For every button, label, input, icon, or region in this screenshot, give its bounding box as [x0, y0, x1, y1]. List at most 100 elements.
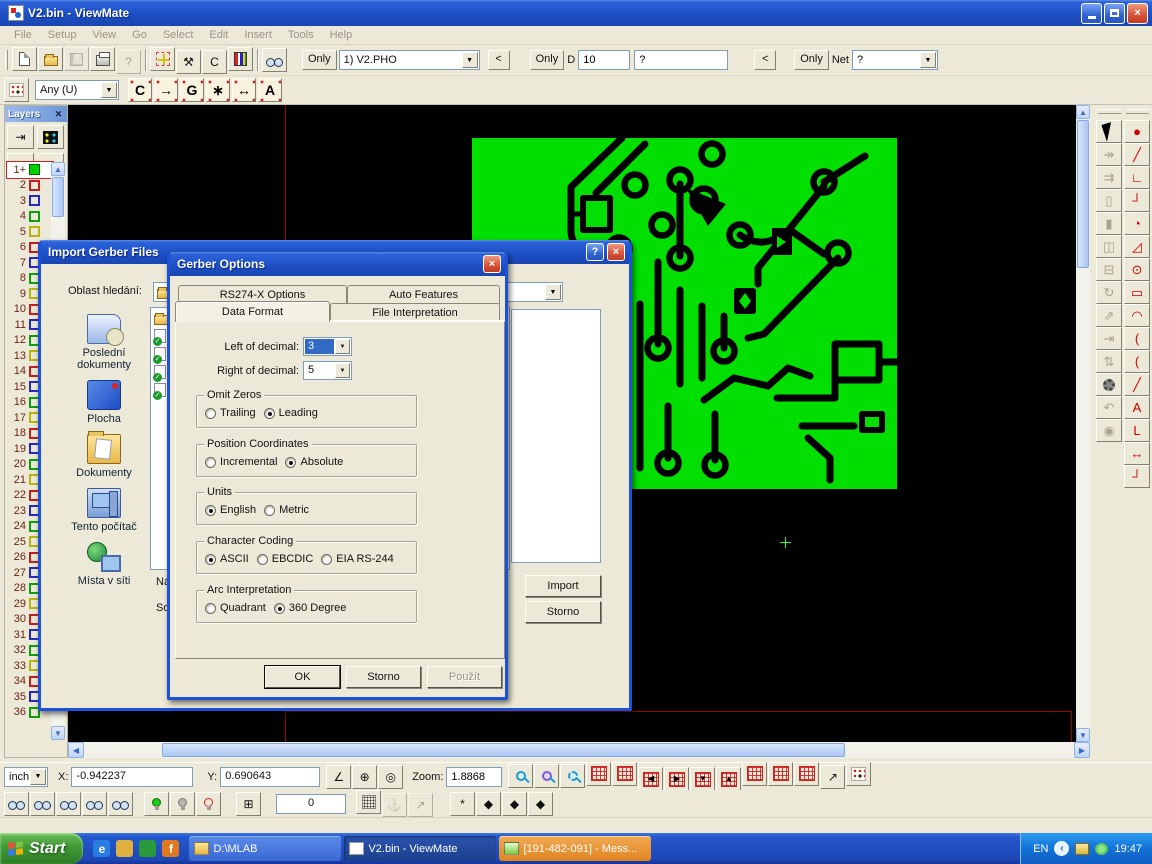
- radio-360-degree[interactable]: 360 Degree: [274, 602, 347, 614]
- toolbar-grip[interactable]: [5, 50, 8, 70]
- hide-icons-button[interactable]: ‹: [1054, 841, 1069, 856]
- snap-grid-dots-button[interactable]: [356, 790, 381, 814]
- fill-light-button[interactable]: ▯: [1096, 189, 1122, 212]
- scale-item-button[interactable]: ⇗: [1096, 304, 1122, 327]
- cancel-button[interactable]: Storno: [525, 601, 601, 623]
- task-viewmate[interactable]: V2.bin - ViewMate: [344, 836, 496, 861]
- draw-arc-tangent-button[interactable]: ╱: [1124, 373, 1150, 396]
- ok-button[interactable]: OK: [265, 666, 340, 688]
- chevron-down-icon[interactable]: ▼: [920, 52, 936, 68]
- radio-ebcdic[interactable]: EBCDIC: [257, 553, 314, 565]
- tab-auto-features[interactable]: Auto Features: [347, 285, 500, 304]
- layer-row[interactable]: 5: [7, 224, 53, 240]
- move-item-button[interactable]: ↠: [1096, 143, 1122, 166]
- previous-dcode-button[interactable]: <: [754, 50, 776, 70]
- layer-row[interactable]: 1+: [7, 162, 53, 178]
- import-button[interactable]: Import: [525, 575, 601, 597]
- close-button[interactable]: ×: [483, 255, 501, 273]
- locate-point-button[interactable]: ◎: [378, 765, 403, 789]
- full-grid-button[interactable]: [612, 762, 637, 786]
- scroll-down-icon[interactable]: ▼: [51, 726, 65, 740]
- zoom-in-magnifier-button[interactable]: [508, 764, 533, 788]
- draw-dimension-button[interactable]: ↔: [1124, 442, 1150, 465]
- chevron-down-icon[interactable]: ▼: [545, 284, 561, 300]
- folder-icon[interactable]: [116, 840, 133, 857]
- layer-color-swatch[interactable]: [29, 180, 40, 191]
- glasses-lines-button[interactable]: [30, 792, 55, 816]
- vertical-scrollbar[interactable]: ▲ ▼: [1076, 105, 1090, 742]
- glasses-dots-button[interactable]: [4, 792, 29, 816]
- radio-absolute[interactable]: Absolute: [285, 456, 343, 468]
- draw-elbow-button[interactable]: ┘: [1124, 465, 1150, 488]
- icq-tray-icon[interactable]: [1095, 843, 1108, 855]
- dialog-title-bar[interactable]: Gerber Options ×: [170, 252, 505, 276]
- lamp-outline-button[interactable]: [196, 792, 221, 816]
- menu-item-select[interactable]: Select: [155, 27, 202, 43]
- layers-panel-header[interactable]: Layers ✕: [5, 106, 67, 122]
- letter-a-button[interactable]: A: [258, 78, 282, 102]
- fill-dark-button[interactable]: ▮: [1096, 212, 1122, 235]
- layers-close-icon[interactable]: ✕: [53, 109, 64, 120]
- dcode-filter-input[interactable]: [634, 50, 728, 70]
- draw-arc-pie-button[interactable]: ◔: [1124, 212, 1150, 235]
- selection-dots-button[interactable]: [4, 78, 29, 102]
- chevron-down-icon[interactable]: ▼: [335, 339, 350, 354]
- print-button[interactable]: [90, 47, 115, 71]
- scroll-down-icon[interactable]: ▼: [1076, 728, 1090, 742]
- chevron-down-icon[interactable]: ▼: [335, 363, 350, 378]
- select-cursor-button[interactable]: [1096, 120, 1122, 143]
- draw-triangle-button[interactable]: ◿: [1124, 235, 1150, 258]
- previous-layer-button[interactable]: <: [488, 50, 510, 70]
- notes-tray-icon[interactable]: [1075, 843, 1089, 855]
- chevron-down-icon[interactable]: ▼: [30, 769, 46, 785]
- pan-up-grid-button[interactable]: ▲: [716, 767, 741, 791]
- radio-english[interactable]: English: [205, 504, 256, 516]
- selection-dots-box-button[interactable]: [846, 762, 871, 786]
- radio-ascii[interactable]: ASCII: [205, 553, 249, 565]
- mirror-horizontal-button[interactable]: ◫: [1096, 235, 1122, 258]
- scroll-up-icon[interactable]: ▲: [1076, 105, 1090, 119]
- letter-c-button[interactable]: C: [128, 78, 152, 102]
- redraw-target-button[interactable]: [150, 47, 175, 71]
- tab-data-format[interactable]: Data Format: [175, 301, 330, 322]
- pan-right-grid-button[interactable]: ▶: [664, 767, 689, 791]
- language-indicator[interactable]: EN: [1033, 843, 1048, 855]
- menu-item-go[interactable]: Go: [124, 27, 155, 43]
- scroll-thumb[interactable]: [52, 177, 64, 217]
- context-help-button[interactable]: ?: [116, 50, 141, 74]
- menu-item-view[interactable]: View: [84, 27, 124, 43]
- close-button[interactable]: ×: [1127, 3, 1148, 24]
- radio-eia-rs-244[interactable]: EIA RS-244: [321, 553, 393, 565]
- lamp-gray-button[interactable]: [170, 792, 195, 816]
- scroll-thumb[interactable]: [1077, 120, 1089, 268]
- settings-gear-button[interactable]: [1096, 373, 1122, 396]
- radio-trailing[interactable]: Trailing: [205, 407, 256, 419]
- place-recent-documents[interactable]: Poslední dokumenty: [58, 314, 150, 371]
- draw-line-button[interactable]: ╱: [1124, 143, 1150, 166]
- chevron-down-icon[interactable]: ▼: [462, 52, 478, 68]
- radio-icon[interactable]: [205, 408, 216, 419]
- net-combo[interactable]: ? ▼: [852, 50, 938, 70]
- crosshair-origin-button[interactable]: ⊕: [352, 765, 377, 789]
- draw-polyline-button[interactable]: ∟: [1124, 166, 1150, 189]
- tile-window-button[interactable]: ⊞: [236, 792, 261, 816]
- grid-copy-button[interactable]: [794, 762, 819, 786]
- diamond-pad-dark-button[interactable]: ◆: [528, 792, 553, 816]
- pan-down-grid-button[interactable]: ▼: [690, 767, 715, 791]
- radio-metric[interactable]: Metric: [264, 504, 309, 516]
- clamp-view-button[interactable]: C: [202, 50, 227, 74]
- layer-color-swatch[interactable]: [29, 164, 40, 175]
- menu-item-setup[interactable]: Setup: [40, 27, 85, 43]
- undo-button[interactable]: ↶: [1096, 396, 1122, 419]
- scroll-left-icon[interactable]: ◀: [68, 742, 84, 758]
- layer-color-swatch[interactable]: [29, 195, 40, 206]
- radio-icon[interactable]: [264, 408, 275, 419]
- radio-icon[interactable]: [205, 505, 216, 516]
- scroll-thumb[interactable]: [162, 743, 845, 757]
- radio-icon[interactable]: [321, 554, 332, 565]
- close-button[interactable]: ×: [607, 243, 625, 261]
- scroll-up-icon[interactable]: ▲: [51, 162, 65, 176]
- layer-colors-button[interactable]: [37, 125, 64, 149]
- film-box-grid-button[interactable]: [586, 762, 611, 786]
- measure-tools-button[interactable]: ⚒: [176, 50, 201, 74]
